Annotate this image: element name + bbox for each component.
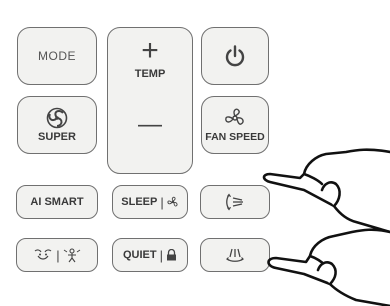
sleep-button[interactable]: SLEEP | [112,185,188,219]
temp-label: TEMP [134,68,166,80]
power-button[interactable] [201,27,269,85]
fan-swirl-icon [44,107,70,129]
mode-button[interactable]: MODE [17,27,97,85]
sleep-label: SLEEP [121,196,158,208]
face-eco-icon [33,247,53,263]
horizontal-swing-button[interactable] [200,238,270,272]
vertical-swing-button[interactable] [200,185,270,219]
quiet-label: QUIET [122,249,157,261]
fan-speed-button[interactable]: FAN SPEED [201,96,269,154]
person-wind-icon [63,247,81,263]
sleep-fan-icon [167,196,179,208]
mode-label: MODE [38,49,76,63]
horizontal-swing-icon [224,246,246,264]
remote-control-panel: MODE + TEMP — SUPER FAN SPEED AI SMART S… [0,0,390,306]
fan-blade-icon [223,107,247,129]
super-button[interactable]: SUPER [17,96,97,154]
sleep-separator: | [160,194,164,210]
quiet-separator: | [159,247,163,263]
ai-smart-button[interactable]: AI SMART [16,185,98,219]
temp-down-button[interactable]: — [138,110,162,140]
fan-speed-label: FAN SPEED [205,131,265,143]
vertical-swing-icon [224,193,246,211]
power-icon [223,44,247,68]
eco-separator: | [56,247,60,263]
temp-up-button[interactable]: + [141,36,159,66]
ai-smart-label: AI SMART [30,196,84,208]
eco-follow-button[interactable]: | [16,238,98,272]
super-label: SUPER [38,131,76,143]
lock-icon [166,249,177,261]
quiet-button[interactable]: QUIET | [112,238,188,272]
temp-rocker[interactable]: + TEMP — [107,27,193,174]
